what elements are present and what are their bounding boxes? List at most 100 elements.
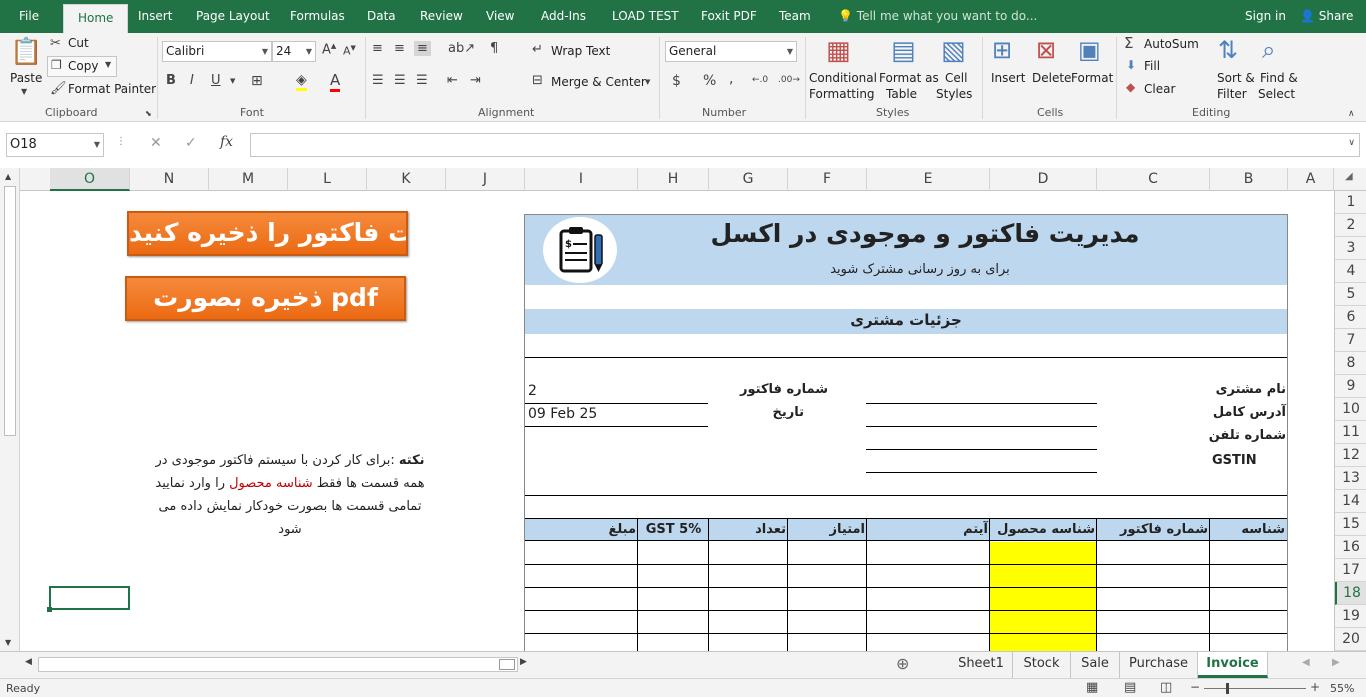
- row-header[interactable]: 6: [1335, 306, 1366, 329]
- active-cell-o18[interactable]: [49, 586, 130, 610]
- row-header[interactable]: 1: [1335, 191, 1366, 214]
- column-header-g[interactable]: G: [709, 168, 788, 191]
- row-header-selected[interactable]: 18: [1335, 582, 1366, 605]
- scroll-up-icon[interactable]: ▲: [5, 172, 11, 181]
- sheet-tab-stock[interactable]: Stock: [1013, 652, 1071, 678]
- tab-page-layout[interactable]: Page Layout: [196, 0, 270, 33]
- column-header-o[interactable]: O: [50, 168, 130, 191]
- worksheet-grid[interactable]: ثبت فاکتور را ذخیره کنید ذخیره بصورت pdf…: [20, 191, 1334, 651]
- column-header-c[interactable]: C: [1097, 168, 1210, 191]
- conditional-formatting-icon[interactable]: ▦: [826, 36, 851, 66]
- row-header[interactable]: 7: [1335, 329, 1366, 352]
- scroll-right-icon[interactable]: ▶: [520, 657, 527, 667]
- font-size-combo[interactable]: 24 ▼: [272, 41, 316, 62]
- sheet-tab-sale[interactable]: Sale: [1071, 652, 1120, 678]
- invoice-number-value[interactable]: 2: [528, 383, 537, 399]
- borders-icon[interactable]: ⊞: [251, 73, 263, 89]
- format-painter-button[interactable]: Format Painter: [68, 82, 156, 96]
- row-header[interactable]: 2: [1335, 214, 1366, 237]
- page-break-view-icon[interactable]: ◫: [1160, 680, 1172, 695]
- decrease-font-icon[interactable]: A▼: [343, 44, 356, 58]
- align-top-icon[interactable]: ≡: [372, 41, 383, 56]
- copy-button[interactable]: ❐ Copy ▼: [47, 56, 117, 77]
- enter-icon[interactable]: ✓: [185, 135, 197, 151]
- orientation-icon[interactable]: ab↗: [448, 41, 475, 56]
- zoom-out-icon[interactable]: −: [1190, 680, 1200, 694]
- tab-home[interactable]: Home: [63, 4, 129, 33]
- italic-button[interactable]: I: [190, 73, 194, 88]
- column-header-l[interactable]: L: [288, 168, 367, 191]
- format-cells-button[interactable]: Format: [1071, 71, 1113, 85]
- fill-button[interactable]: Fill: [1144, 59, 1160, 73]
- wrap-text-button[interactable]: Wrap Text: [551, 44, 610, 58]
- next-sheet-icon[interactable]: ▶: [1332, 657, 1340, 668]
- column-header-j[interactable]: J: [446, 168, 525, 191]
- zoom-slider-thumb[interactable]: [1226, 683, 1229, 694]
- row-header[interactable]: 15: [1335, 513, 1366, 536]
- sort-filter-line2[interactable]: Filter: [1217, 87, 1247, 101]
- fill-color-icon[interactable]: ◈: [296, 72, 307, 91]
- cut-button[interactable]: Cut: [68, 36, 89, 50]
- paragraph-icon[interactable]: ¶: [490, 41, 498, 56]
- bold-button[interactable]: B: [166, 73, 176, 88]
- format-as-table-line1[interactable]: Format as: [879, 71, 939, 85]
- format-as-table-icon[interactable]: ▤: [891, 36, 916, 66]
- prev-sheet-icon[interactable]: ◀: [1302, 657, 1310, 668]
- tell-me-box[interactable]: 💡 Tell me what you want to do...: [838, 0, 1037, 33]
- name-box[interactable]: O18 ▼: [6, 133, 104, 157]
- column-header-b[interactable]: B: [1210, 168, 1288, 191]
- currency-button[interactable]: $: [672, 73, 681, 89]
- scroll-down-icon[interactable]: ▼: [5, 638, 11, 647]
- cell-styles-icon[interactable]: ▧: [941, 36, 966, 66]
- column-header-f[interactable]: F: [788, 168, 867, 191]
- insert-cells-icon[interactable]: ⊞: [992, 36, 1012, 64]
- underline-dropdown-icon[interactable]: ▼: [230, 77, 235, 85]
- font-name-combo[interactable]: Calibri ▼: [162, 41, 272, 62]
- merge-dropdown-icon[interactable]: ▼: [645, 78, 650, 86]
- cancel-icon[interactable]: ✕: [150, 135, 162, 151]
- product-id-input-column[interactable]: [990, 542, 1097, 651]
- conditional-formatting-line2[interactable]: Formatting: [809, 87, 875, 101]
- comma-button[interactable]: ,: [729, 71, 733, 87]
- row-header[interactable]: 16: [1335, 536, 1366, 559]
- merge-center-button[interactable]: Merge & Center: [551, 75, 646, 89]
- sort-filter-icon[interactable]: ⇅: [1218, 36, 1238, 64]
- delete-cells-button[interactable]: Delete: [1032, 71, 1071, 85]
- row-header[interactable]: 11: [1335, 421, 1366, 444]
- align-bottom-icon[interactable]: ≡: [414, 41, 431, 56]
- collapse-ribbon-icon[interactable]: ∧: [1348, 109, 1355, 119]
- zoom-slider-track[interactable]: [1204, 688, 1306, 689]
- tab-review[interactable]: Review: [420, 0, 463, 33]
- vertical-scroll-thumb[interactable]: [4, 186, 16, 436]
- paste-button[interactable]: Paste: [10, 71, 42, 85]
- invoice-date-value[interactable]: 09 Feb 25: [528, 406, 597, 422]
- save-invoice-button[interactable]: ثبت فاکتور را ذخیره کنید: [127, 211, 408, 256]
- row-header[interactable]: 12: [1335, 444, 1366, 467]
- select-all-icon[interactable]: ◢: [1345, 171, 1353, 182]
- clear-button[interactable]: Clear: [1144, 82, 1175, 96]
- sort-filter-line1[interactable]: Sort &: [1217, 71, 1255, 85]
- decrease-decimal-icon[interactable]: .00→: [778, 75, 800, 85]
- format-cells-icon[interactable]: ▣: [1078, 36, 1101, 64]
- zoom-in-icon[interactable]: +: [1310, 680, 1320, 694]
- sign-in-link[interactable]: Sign in: [1245, 0, 1286, 33]
- expand-formula-icon[interactable]: ∨: [1348, 138, 1355, 148]
- column-header-n[interactable]: N: [130, 168, 209, 191]
- row-header[interactable]: 10: [1335, 398, 1366, 421]
- row-header[interactable]: 4: [1335, 260, 1366, 283]
- row-header[interactable]: 3: [1335, 237, 1366, 260]
- font-color-icon[interactable]: A: [330, 71, 341, 92]
- format-as-table-line2[interactable]: Table: [886, 87, 917, 101]
- percent-button[interactable]: %: [703, 73, 716, 89]
- decrease-indent-icon[interactable]: ⇤: [447, 73, 458, 88]
- share-button[interactable]: 👤 Share: [1300, 0, 1353, 33]
- row-header[interactable]: 17: [1335, 559, 1366, 582]
- tab-file[interactable]: File: [19, 0, 39, 33]
- save-pdf-button[interactable]: ذخیره بصورت pdf: [125, 276, 406, 321]
- cell-styles-line2[interactable]: Styles: [936, 87, 972, 101]
- page-layout-view-icon[interactable]: ▤: [1124, 680, 1136, 695]
- delete-cells-icon[interactable]: ⊠: [1036, 36, 1056, 64]
- autosum-button[interactable]: AutoSum: [1144, 37, 1199, 51]
- insert-function-icon[interactable]: fx: [220, 134, 233, 150]
- clipboard-launcher-icon[interactable]: ⬊: [145, 109, 152, 118]
